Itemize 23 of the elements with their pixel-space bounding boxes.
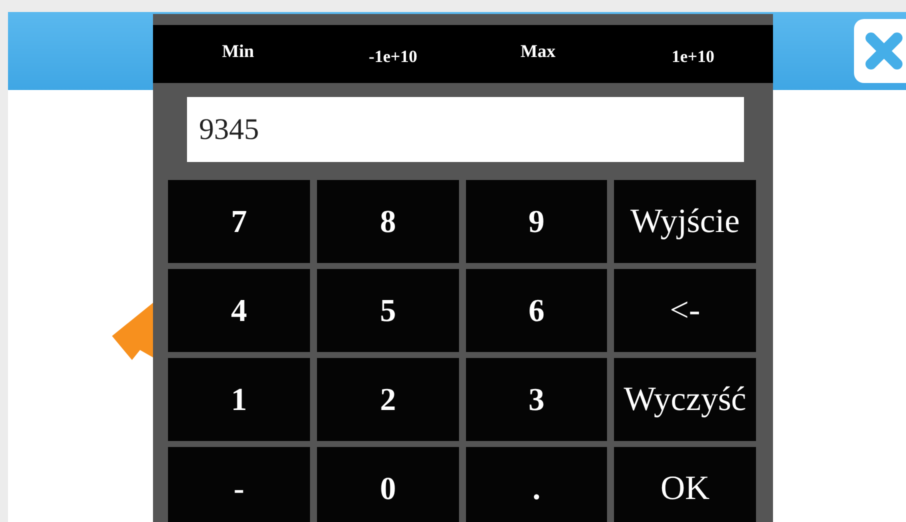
keypad-key[interactable]: 9	[466, 180, 607, 263]
keypad-key[interactable]: Wyczyść	[614, 358, 756, 441]
input-field[interactable]: 9345	[187, 97, 744, 162]
keypad-key[interactable]: 7	[168, 180, 310, 263]
keypad-key[interactable]: 8	[317, 180, 459, 263]
keypad-key[interactable]: <-	[614, 269, 756, 352]
keypad-key[interactable]: 4	[168, 269, 310, 352]
keypad-key[interactable]: 0	[317, 447, 459, 522]
keypad-key[interactable]: 2	[317, 358, 459, 441]
limit-value: 1e+10	[670, 47, 716, 67]
keypad-key[interactable]: -	[168, 447, 310, 522]
close-button[interactable]	[854, 19, 906, 83]
limit-label: Min	[220, 40, 255, 62]
keypad-key[interactable]: OK	[614, 447, 756, 522]
keypad-key[interactable]: Wyjście	[614, 180, 756, 263]
keypad-key[interactable]: 5	[317, 269, 459, 352]
keypad-key[interactable]: 6	[466, 269, 607, 352]
limit-label: Max	[520, 40, 556, 62]
keypad-key[interactable]: .	[466, 447, 607, 522]
keypad-key[interactable]: 3	[466, 358, 607, 441]
keypad-key[interactable]: 1	[168, 358, 310, 441]
close-icon	[863, 30, 905, 72]
limit-value: -1e+10	[368, 47, 418, 67]
